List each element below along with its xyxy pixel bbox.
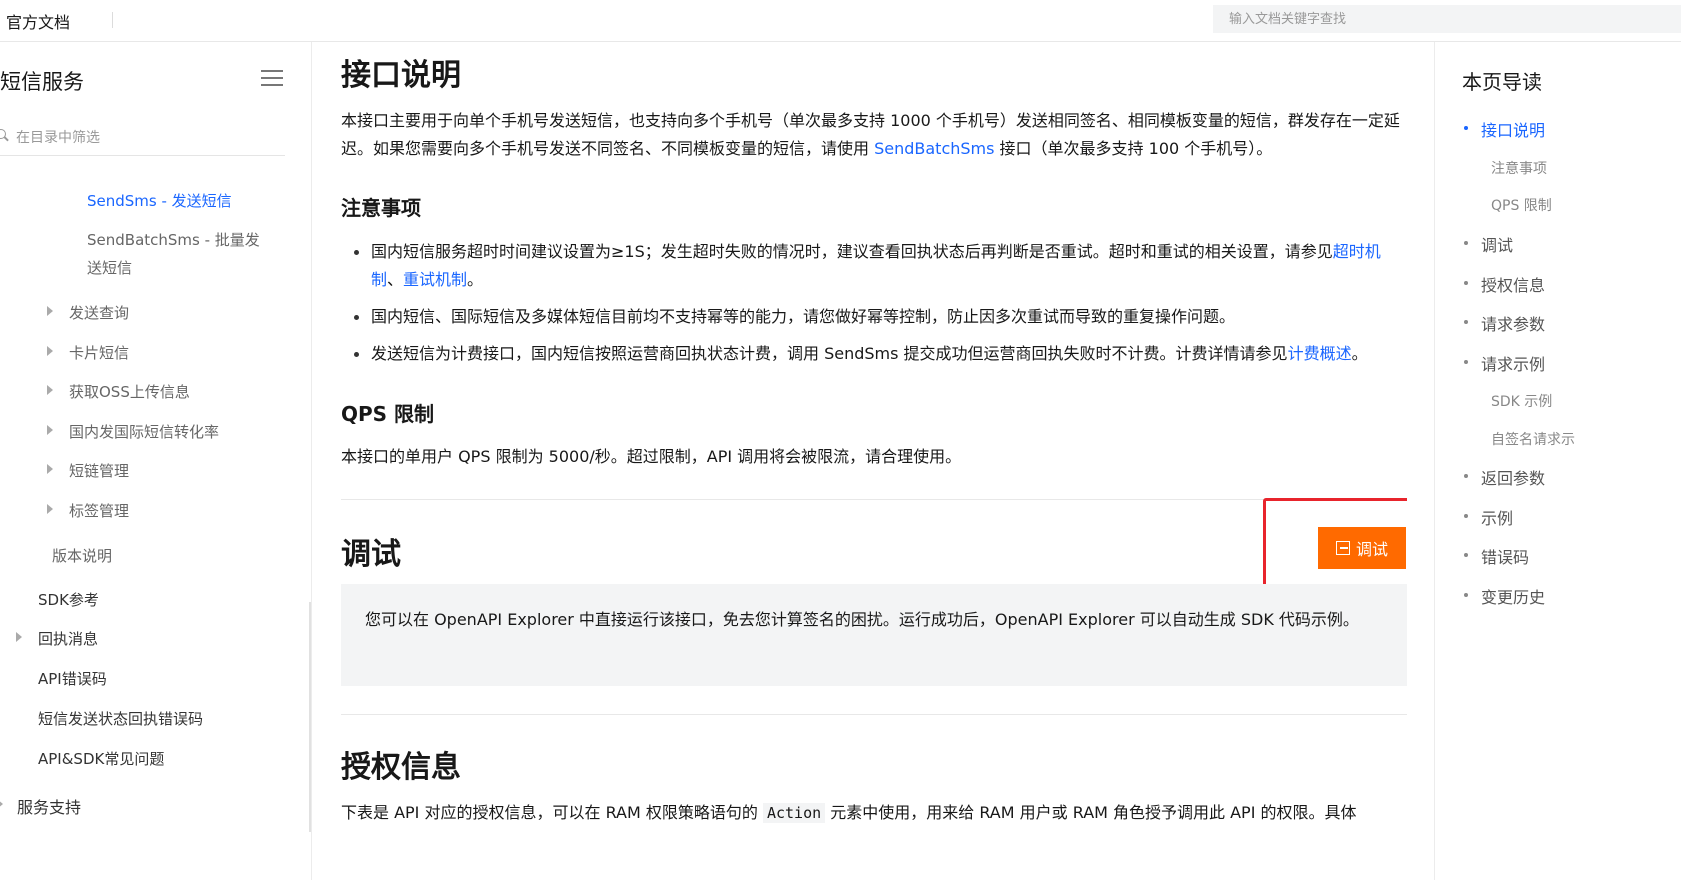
toc-item-response-params[interactable]: 返回参数	[1463, 465, 1545, 489]
divider	[112, 12, 113, 28]
intro-paragraph: 本接口主要用于向单个手机号发送短信，也支持向多个手机号（单次最多支持 1000 …	[341, 107, 1401, 163]
toc-item-request-params[interactable]: 请求参数	[1463, 311, 1545, 335]
billing-overview-link[interactable]: 计费概述	[1288, 344, 1352, 363]
sidebar-scrollbar[interactable]	[309, 602, 311, 832]
chevron-right-icon[interactable]	[47, 306, 53, 316]
toc-item-qps[interactable]: QPS 限制	[1491, 195, 1552, 215]
toc-item-error-codes[interactable]: 错误码	[1463, 544, 1529, 568]
sidebar-item-api-error-codes[interactable]: API错误码	[38, 668, 107, 689]
intro-text-end: 接口（单次最多支持 100 个手机号）。	[994, 139, 1273, 158]
sidebar-item-status-error-codes[interactable]: 短信发送状态回执错误码	[38, 708, 203, 729]
divider	[341, 499, 1407, 500]
sidebar-item-sdk-reference[interactable]: SDK参考	[38, 589, 99, 610]
auth-text: 下表是 API 对应的授权信息，可以在 RAM 权限策略语句的	[341, 803, 763, 822]
retry-mechanism-link[interactable]: 重试机制	[403, 270, 467, 289]
menu-icon[interactable]	[261, 70, 283, 88]
toc-item-example[interactable]: 示例	[1463, 505, 1513, 529]
page-toc: 本页导读 接口说明 注意事项 QPS 限制 调试 授权信息 请求参数 请求示例 …	[1434, 42, 1681, 880]
top-bar: 官方文档	[0, 0, 1681, 42]
chevron-right-icon[interactable]	[0, 799, 3, 809]
sidebar-filter	[0, 122, 285, 156]
chevron-right-icon[interactable]	[16, 632, 22, 642]
section-title-debug: 调试	[341, 537, 401, 572]
list-item-text: 国内短信、国际短信及多媒体短信目前均不支持幂等的能力，请您做好幂等控制，防止因多…	[371, 307, 1236, 326]
section-title-qps: QPS 限制	[341, 402, 435, 426]
main-content: 接口说明 本接口主要用于向单个手机号发送短信，也支持向多个手机号（单次最多支持 …	[341, 42, 1407, 880]
list-item: 国内短信、国际短信及多媒体短信目前均不支持幂等的能力，请您做好幂等控制，防止因多…	[341, 303, 1407, 331]
toc-item-request-example[interactable]: 请求示例	[1463, 351, 1545, 375]
notes-list: 国内短信服务超时时间建议设置为≥1S；发生超时失败的情况时，建议查看回执状态后再…	[341, 238, 1407, 377]
external-link-icon	[1335, 541, 1350, 555]
list-item-text: 发送短信为计费接口，国内短信按照运营商回执状态计费，调用 SendSms 提交成…	[371, 344, 1288, 363]
sidebar-item-sendsms[interactable]: SendSms - 发送短信	[87, 190, 232, 211]
toc-item-sdk-example[interactable]: SDK 示例	[1491, 391, 1552, 411]
toc-item-change-history[interactable]: 变更历史	[1463, 584, 1545, 608]
list-item: 发送短信为计费接口，国内短信按照运营商回执状态计费，调用 SendSms 提交成…	[341, 340, 1407, 368]
section-title-api-description: 接口说明	[341, 58, 461, 93]
search-icon	[0, 129, 6, 139]
sidebar: 短信服务 SendSms - 发送短信 SendBatchSms - 批量发送短…	[0, 42, 312, 880]
list-item-end: 。	[1351, 344, 1368, 363]
list-item-text: 国内短信服务超时时间建议设置为≥1S；发生超时失败的情况时，建议查看回执状态后再…	[371, 242, 1333, 261]
toc-item-api-description[interactable]: 接口说明	[1463, 117, 1545, 141]
toc-item-authorization[interactable]: 授权信息	[1463, 272, 1545, 296]
action-code: Action	[762, 803, 826, 823]
toc-item-debug[interactable]: 调试	[1463, 232, 1513, 256]
sidebar-item-release-notes[interactable]: 版本说明	[52, 545, 112, 566]
debug-button[interactable]: 调试	[1318, 527, 1406, 569]
toc-item-notes[interactable]: 注意事项	[1491, 158, 1547, 178]
chevron-right-icon[interactable]	[47, 425, 53, 435]
list-item-end: 。	[467, 270, 484, 289]
chevron-right-icon[interactable]	[47, 346, 53, 356]
divider	[341, 714, 1407, 715]
sidebar-item-sendbatchsms[interactable]: SendBatchSms - 批量发送短信	[87, 226, 267, 282]
sidebar-item-receipt-messages[interactable]: 回执消息	[38, 628, 98, 649]
sidebar-item-oss-upload[interactable]: 获取OSS上传信息	[69, 381, 190, 402]
toc-item-self-signed[interactable]: 自签名请求示	[1491, 429, 1575, 449]
auth-paragraph: 下表是 API 对应的授权信息，可以在 RAM 权限策略语句的 Action 元…	[341, 799, 1401, 827]
list-item-separator: 、	[387, 270, 404, 289]
debug-note: 您可以在 OpenAPI Explorer 中直接运行该接口，免去您计算签名的困…	[341, 584, 1407, 686]
sendbatchsms-link[interactable]: SendBatchSms	[874, 139, 994, 158]
toc-title: 本页导读	[1462, 70, 1542, 94]
chevron-right-icon[interactable]	[47, 385, 53, 395]
qps-paragraph: 本接口的单用户 QPS 限制为 5000/秒。超过限制，API 调用将会被限流，…	[341, 447, 962, 466]
sidebar-item-card-sms[interactable]: 卡片短信	[69, 342, 129, 363]
section-title-notes: 注意事项	[341, 196, 421, 220]
sidebar-item-service-support[interactable]: 服务支持	[17, 794, 81, 818]
chevron-right-icon[interactable]	[47, 504, 53, 514]
sidebar-title[interactable]: 短信服务	[0, 66, 84, 96]
brand-title[interactable]: 官方文档	[6, 9, 70, 33]
sidebar-item-short-link[interactable]: 短链管理	[69, 460, 129, 481]
sidebar-item-conversion-rate[interactable]: 国内发国际短信转化率	[69, 421, 219, 442]
debug-button-label: 调试	[1355, 540, 1388, 559]
auth-text-end: 元素中使用，用来给 RAM 用户或 RAM 角色授予调用此 API 的权限。具体	[825, 803, 1357, 822]
chevron-right-icon[interactable]	[47, 464, 53, 474]
sidebar-item-tag-management[interactable]: 标签管理	[69, 500, 129, 521]
section-title-authorization: 授权信息	[341, 750, 461, 785]
sidebar-item-faq[interactable]: API&SDK常见问题	[38, 748, 164, 769]
doc-search-input[interactable]	[1213, 5, 1681, 33]
sidebar-item-send-query[interactable]: 发送查询	[69, 302, 129, 323]
list-item: 国内短信服务超时时间建议设置为≥1S；发生超时失败的情况时，建议查看回执状态后再…	[341, 238, 1407, 294]
sidebar-filter-input[interactable]	[16, 126, 276, 150]
